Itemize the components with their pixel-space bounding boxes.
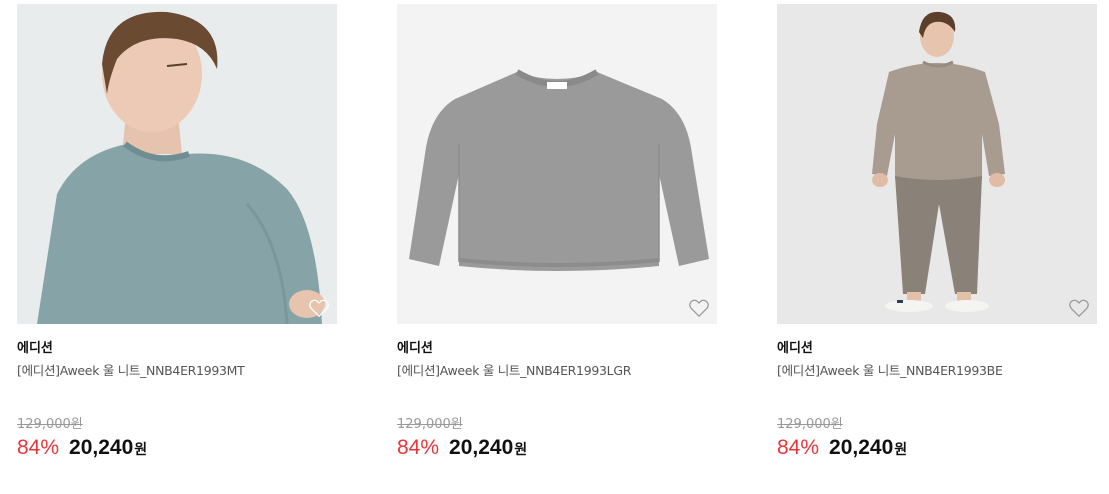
original-price: 129,000원: [397, 417, 463, 432]
original-price: 129,000원: [17, 417, 83, 432]
product-name[interactable]: [에디션]Aweek 울 니트_NNB4ER1993BE: [777, 360, 1003, 379]
model-mint-sweater-illustration: [17, 4, 337, 324]
product-brand: 에디션: [777, 341, 813, 356]
wishlist-heart-icon[interactable]: [1068, 298, 1090, 318]
discount-rate: 84%: [17, 436, 60, 459]
discount-rate: 84%: [777, 436, 820, 459]
product-brand: 에디션: [17, 341, 53, 356]
currency-unit: 원: [514, 442, 528, 458]
sale-price: 20,240: [69, 436, 134, 459]
discount-rate: 84%: [397, 436, 440, 459]
flat-gray-sweater-illustration: [397, 4, 717, 324]
product-card[interactable]: 에디션 [에디션]Aweek 울 니트_NNB4ER1993MT 129,000…: [17, 4, 337, 474]
currency-unit: 원: [894, 442, 908, 458]
sale-price: 20,240: [449, 436, 514, 459]
product-grid: 에디션 [에디션]Aweek 울 니트_NNB4ER1993MT 129,000…: [17, 4, 1097, 484]
product-image[interactable]: [777, 4, 1097, 324]
sale-price: 20,240: [829, 436, 894, 459]
currency-unit: 원: [134, 442, 148, 458]
original-price: 129,000원: [777, 417, 843, 432]
product-card[interactable]: 에디션 [에디션]Aweek 울 니트_NNB4ER1993BE 129,000…: [777, 4, 1097, 474]
model-beige-sweater-illustration: [777, 4, 1097, 324]
product-name[interactable]: [에디션]Aweek 울 니트_NNB4ER1993MT: [17, 360, 245, 379]
wishlist-heart-icon[interactable]: [308, 298, 330, 318]
product-name[interactable]: [에디션]Aweek 울 니트_NNB4ER1993LGR: [397, 360, 631, 379]
price-row: 84% 20,240원: [17, 436, 147, 460]
wishlist-heart-icon[interactable]: [688, 298, 710, 318]
product-brand: 에디션: [397, 341, 433, 356]
product-image[interactable]: [17, 4, 337, 324]
price-row: 84% 20,240원: [397, 436, 527, 460]
price-row: 84% 20,240원: [777, 436, 907, 460]
product-card[interactable]: 에디션 [에디션]Aweek 울 니트_NNB4ER1993LGR 129,00…: [397, 4, 717, 474]
product-image[interactable]: [397, 4, 717, 324]
